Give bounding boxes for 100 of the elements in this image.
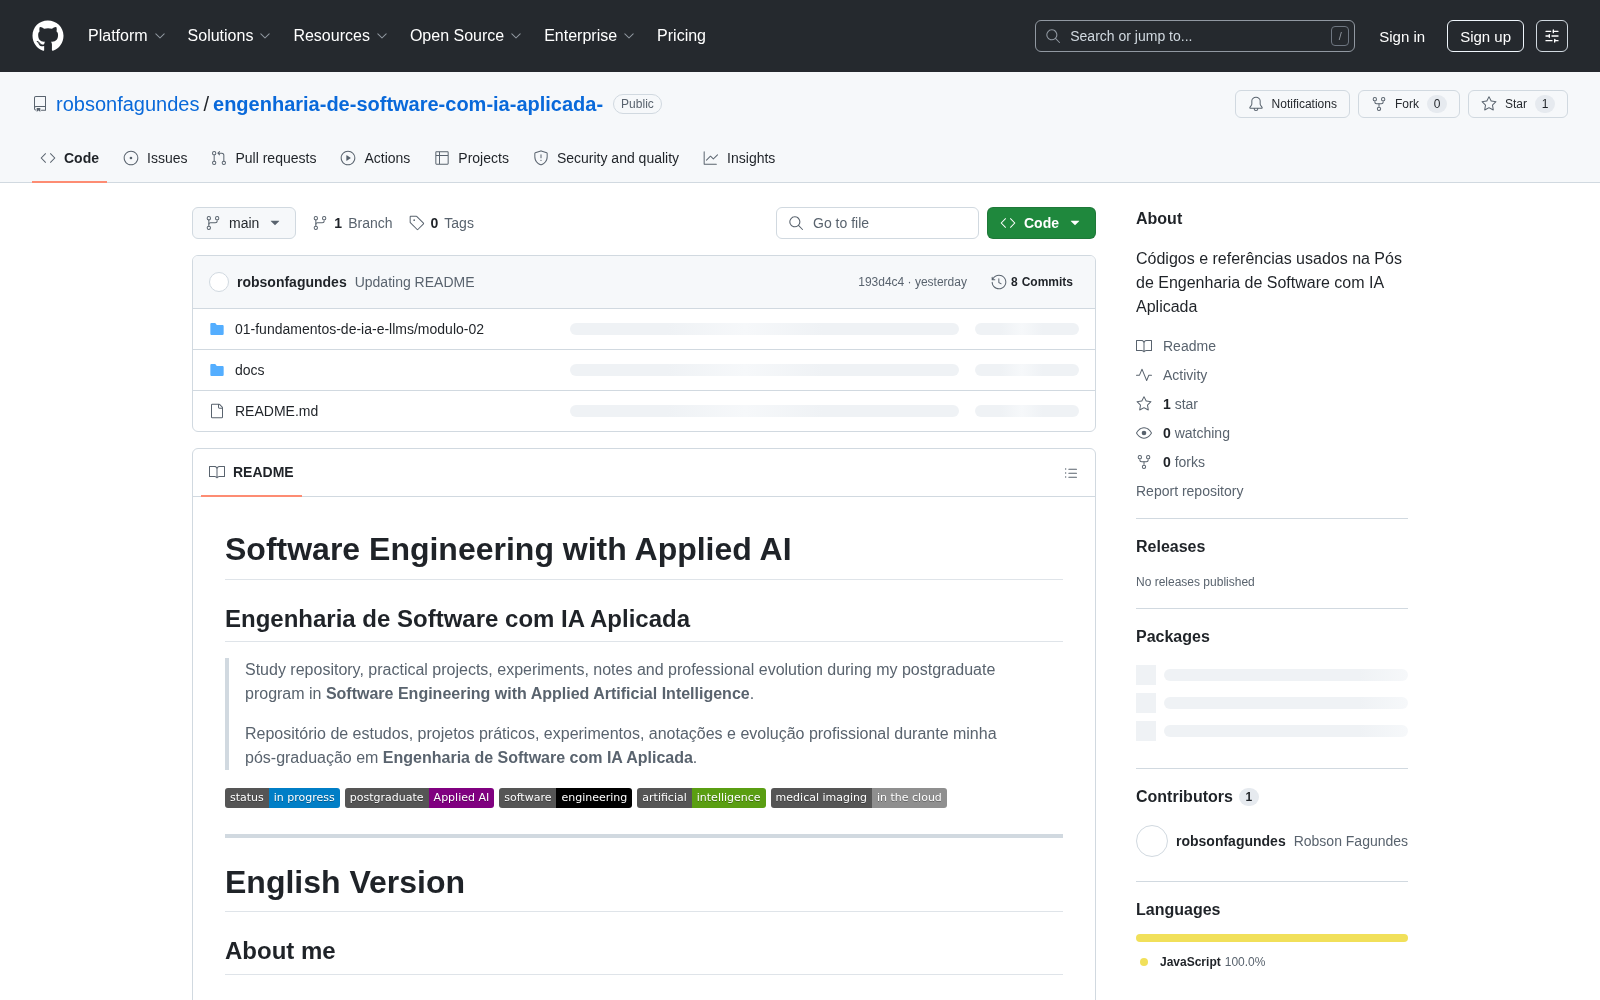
badge-label: status [225, 787, 269, 808]
badge-label: medical imaging [770, 787, 872, 808]
sliders-icon [1544, 28, 1560, 44]
section-title: Languages [1136, 900, 1222, 920]
star-icon [1136, 395, 1152, 412]
logo-icon[interactable] [32, 20, 64, 52]
code-icon [1000, 215, 1016, 231]
readme-tab[interactable]: README [201, 449, 302, 497]
nav-menu-item[interactable]: Resources [285, 20, 398, 52]
bell-icon [1247, 96, 1264, 112]
quote-paragraph: Repositório de estudos, projetos práticos, experimentos, anotações e evolução profissional durante minha pós-graduação em Engenharia de Software com IA Aplicada. [245, 723, 998, 768]
menu-button[interactable] [1536, 20, 1568, 52]
watchers-link[interactable]: 0 watching [1136, 418, 1230, 447]
language-name[interactable]: JavaScript [1160, 955, 1221, 969]
badge-value: Applied AI [428, 787, 495, 808]
shortcut-key: / [1331, 26, 1350, 46]
eye-icon [1136, 424, 1152, 441]
nav-menu-item[interactable]: Open Source [401, 20, 533, 52]
readme-heading: English Version [225, 861, 1063, 913]
notifications-button[interactable]: Notifications [1234, 90, 1350, 118]
repo-name-link[interactable]: engenharia-de-software-com-ia-aplicada- [213, 92, 604, 116]
fork-button[interactable]: Fork 0 [1358, 90, 1460, 118]
play-icon [340, 150, 357, 166]
sign-up-button[interactable]: Sign up [1447, 20, 1524, 52]
repo-tab[interactable]: Security and quality [524, 135, 688, 183]
commit-meta: 193d4c4 · yesterday [858, 275, 967, 289]
search-icon [1045, 28, 1062, 44]
pull-request-icon [211, 150, 228, 166]
forks-link[interactable]: 0 forks [1136, 447, 1206, 476]
fork-count: 0 [1427, 95, 1447, 113]
branch-select-button[interactable]: main [192, 207, 297, 239]
tag-icon [408, 215, 425, 231]
code-button[interactable]: Code [987, 207, 1096, 239]
badge-value: in the cloud [872, 787, 947, 808]
star-count: 1 [1535, 95, 1555, 113]
repo-tab[interactable]: Actions [332, 135, 419, 183]
section-title: Releases [1136, 537, 1207, 557]
nav-menu-item[interactable]: Platform [80, 20, 176, 52]
quote-paragraph: Study repository, practical projects, experiments, notes and professional evolution during my postgraduate program in Software Engineering with Applied Artificial Intelligence. [245, 659, 997, 704]
stars-link[interactable]: 1 star [1136, 389, 1199, 418]
search-icon [788, 215, 804, 231]
line-graph-icon [703, 150, 720, 166]
readme-link[interactable]: Readme [1136, 331, 1216, 360]
repo-tab[interactable]: Issues [115, 135, 196, 183]
contributor-login[interactable]: robsonfagundes [1176, 833, 1286, 849]
commit-author-link[interactable]: robsonfagundes [237, 274, 347, 290]
file-icon [209, 403, 225, 419]
table-icon [434, 150, 451, 166]
star-button[interactable]: Star 1 [1468, 90, 1568, 118]
readme-subheading: About me [225, 936, 1063, 975]
repo-description: Códigos e referências usados na Pós de Engenharia de Software com IA Aplicada [1136, 249, 1403, 317]
repo-tab[interactable]: Code [32, 135, 107, 183]
repo-tab[interactable]: Projects [426, 135, 517, 183]
releases-note: No releases published [1136, 574, 1256, 591]
repo-owner-link[interactable]: robsonfagundes [56, 92, 200, 116]
repo-icon [32, 96, 48, 112]
branch-icon [312, 215, 329, 231]
section-title: About [1136, 209, 1184, 229]
report-link[interactable]: Report repository [1136, 476, 1244, 505]
nav-menu-item[interactable]: Solutions [179, 20, 282, 52]
folder-icon [209, 362, 225, 378]
language-percent: 100.0% [1224, 955, 1266, 969]
readme-heading: Software Engineering with Applied AI [225, 529, 1063, 580]
badge-value: in progress [268, 787, 340, 808]
book-icon [209, 463, 225, 480]
sign-in-link[interactable]: Sign in [1379, 27, 1426, 45]
history-icon [990, 274, 1007, 290]
section-title: Contributors [1136, 787, 1233, 807]
badge-label: software [499, 787, 557, 808]
nav-menu-item[interactable]: Pricing [649, 20, 714, 52]
folder-icon [209, 321, 225, 337]
shield-icon [532, 150, 549, 166]
tags-link[interactable]: 0 Tags [400, 215, 482, 231]
badge-value: engineering [556, 787, 633, 808]
commits-link[interactable]: 8 Commits [982, 268, 1079, 296]
activity-link[interactable]: Activity [1136, 360, 1208, 389]
avatar-icon [1136, 825, 1168, 857]
branches-link[interactable]: 1 Branch [304, 215, 401, 231]
repo-tab[interactable]: Pull requests [203, 135, 325, 183]
branch-icon [205, 215, 221, 231]
fork-icon [1371, 96, 1387, 112]
commit-message-link[interactable]: Updating README [354, 274, 475, 290]
badge-label: artificial [637, 787, 692, 808]
folder-link[interactable]: 01-fundamentos-de-ia-e-llms/modulo-02 [235, 321, 570, 337]
repo-tab[interactable]: Insights [695, 135, 784, 183]
badge-value: intelligence [691, 787, 766, 808]
code-icon [40, 150, 56, 166]
path-separator: / [203, 92, 209, 116]
pulse-icon [1136, 366, 1152, 383]
file-search-field[interactable]: Go to file [776, 207, 979, 239]
book-icon [1136, 337, 1152, 354]
nav-menu-item[interactable]: Enterprise [536, 20, 646, 52]
star-icon [1481, 96, 1497, 112]
fork-icon [1136, 453, 1152, 470]
folder-link[interactable]: docs [235, 362, 570, 378]
readme-subheading: Engenharia de Software com IA Aplicada [225, 603, 1063, 642]
file-link[interactable]: README.md [235, 403, 570, 419]
badge-label: postgraduate [344, 787, 429, 808]
avatar-icon [209, 272, 229, 292]
contributor-name: Robson Fagundes [1293, 833, 1409, 849]
